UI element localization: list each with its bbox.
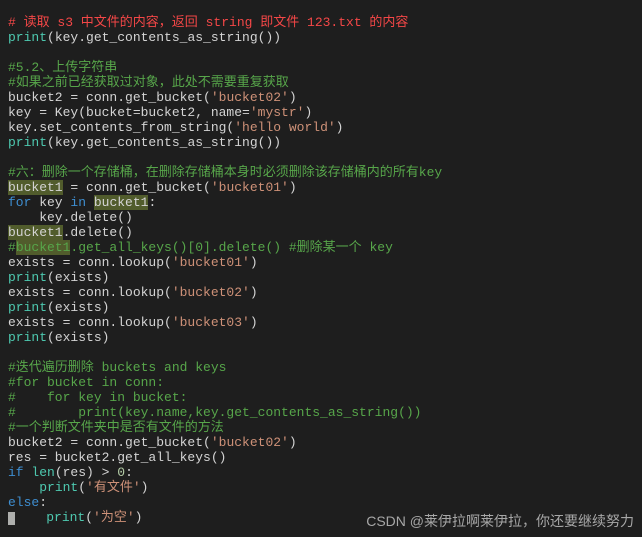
- code-line: # 读取 s3 中文件的内容，返回 string 即文件 123.txt 的内容: [8, 15, 408, 30]
- code-token: for: [8, 195, 31, 210]
- code-token: (key.get_contents_as_string()): [47, 135, 281, 150]
- watermark: CSDN @莱伊拉啊莱伊拉，你还要继续努力: [366, 514, 634, 529]
- code-token: in: [70, 195, 86, 210]
- code-token: print: [39, 480, 78, 495]
- code-token: print: [8, 135, 47, 150]
- code-token: len: [31, 465, 54, 480]
- code-line: res = bucket2.get_all_keys(): [8, 450, 226, 465]
- code-token: print: [8, 270, 47, 285]
- code-token: 'bucket02': [211, 435, 289, 450]
- code-token: ): [289, 180, 297, 195]
- code-token: #: [8, 240, 16, 255]
- code-line: #一个判断文件夹中是否有文件的方法: [8, 420, 224, 435]
- code-line: #迭代遍历删除 buckets and keys: [8, 360, 226, 375]
- code-token: (res) >: [55, 465, 117, 480]
- code-token: print: [8, 30, 47, 45]
- code-line: #for bucket in conn:: [8, 375, 164, 390]
- code-token: 'bucket03': [172, 315, 250, 330]
- code-token: 'bucket02': [172, 285, 250, 300]
- code-token: ): [336, 120, 344, 135]
- code-token: ): [250, 315, 258, 330]
- code-token: 'bucket01': [172, 255, 250, 270]
- code-token: print: [8, 330, 47, 345]
- code-token: ): [289, 90, 297, 105]
- code-token: exists = conn.lookup(: [8, 255, 172, 270]
- code-token: ): [250, 255, 258, 270]
- code-token: [86, 195, 94, 210]
- code-token: 'hello world': [234, 120, 335, 135]
- code-token: bucket2 = conn.get_bucket(: [8, 435, 211, 450]
- code-token: ): [135, 510, 143, 525]
- code-token: 0: [117, 465, 125, 480]
- code-line: key.delete(): [8, 210, 133, 225]
- code-token: if: [8, 465, 24, 480]
- code-token: '为空': [93, 510, 135, 525]
- code-token: print: [46, 510, 85, 525]
- code-editor[interactable]: # 读取 s3 中文件的内容，返回 string 即文件 123.txt 的内容…: [0, 0, 642, 525]
- code-token: (exists): [47, 270, 109, 285]
- code-token: (: [85, 510, 93, 525]
- code-token: ): [250, 285, 258, 300]
- code-token: exists = conn.lookup(: [8, 315, 172, 330]
- code-line: #如果之前已经获取过对象，此处不需要重复获取: [8, 75, 289, 90]
- code-token: key.set_contents_from_string(: [8, 120, 234, 135]
- code-token: (exists): [47, 330, 109, 345]
- code-token: [15, 510, 46, 525]
- code-token: (exists): [47, 300, 109, 315]
- code-line: #5.2、上传字符串: [8, 60, 117, 75]
- highlight: bucket1: [16, 240, 71, 255]
- code-token: = conn.get_bucket(: [63, 180, 211, 195]
- code-token: .get_all_keys()[0].delete() #删除某一个 key: [70, 240, 392, 255]
- code-line: #六：删除一个存储桶，在删除存储桶本身时必须删除该存储桶内的所有key: [8, 165, 442, 180]
- text-cursor: [8, 512, 15, 525]
- code-token: (key.get_contents_as_string()): [47, 30, 281, 45]
- code-token: else: [8, 495, 39, 510]
- code-token: :: [125, 465, 133, 480]
- code-token: ): [289, 435, 297, 450]
- highlight: bucket1: [8, 180, 63, 195]
- code-token: key = Key(bucket=bucket2, name=: [8, 105, 250, 120]
- code-token: bucket2 = conn.get_bucket(: [8, 90, 211, 105]
- code-token: (: [78, 480, 86, 495]
- code-line: # print(key.name,key.get_contents_as_str…: [8, 405, 421, 420]
- code-token: '有文件': [86, 480, 141, 495]
- code-token: :: [148, 195, 156, 210]
- highlight: bucket1: [8, 225, 63, 240]
- code-token: .delete(): [63, 225, 133, 240]
- code-token: 'bucket01': [211, 180, 289, 195]
- code-token: :: [39, 495, 47, 510]
- code-token: key: [31, 195, 70, 210]
- code-token: exists = conn.lookup(: [8, 285, 172, 300]
- code-token: ): [304, 105, 312, 120]
- code-token: 'mystr': [250, 105, 305, 120]
- code-token: print: [8, 300, 47, 315]
- code-token: 'bucket02': [211, 90, 289, 105]
- highlight: bucket1: [94, 195, 149, 210]
- code-token: ): [141, 480, 149, 495]
- code-token: [8, 480, 39, 495]
- code-line: # for key in bucket:: [8, 390, 187, 405]
